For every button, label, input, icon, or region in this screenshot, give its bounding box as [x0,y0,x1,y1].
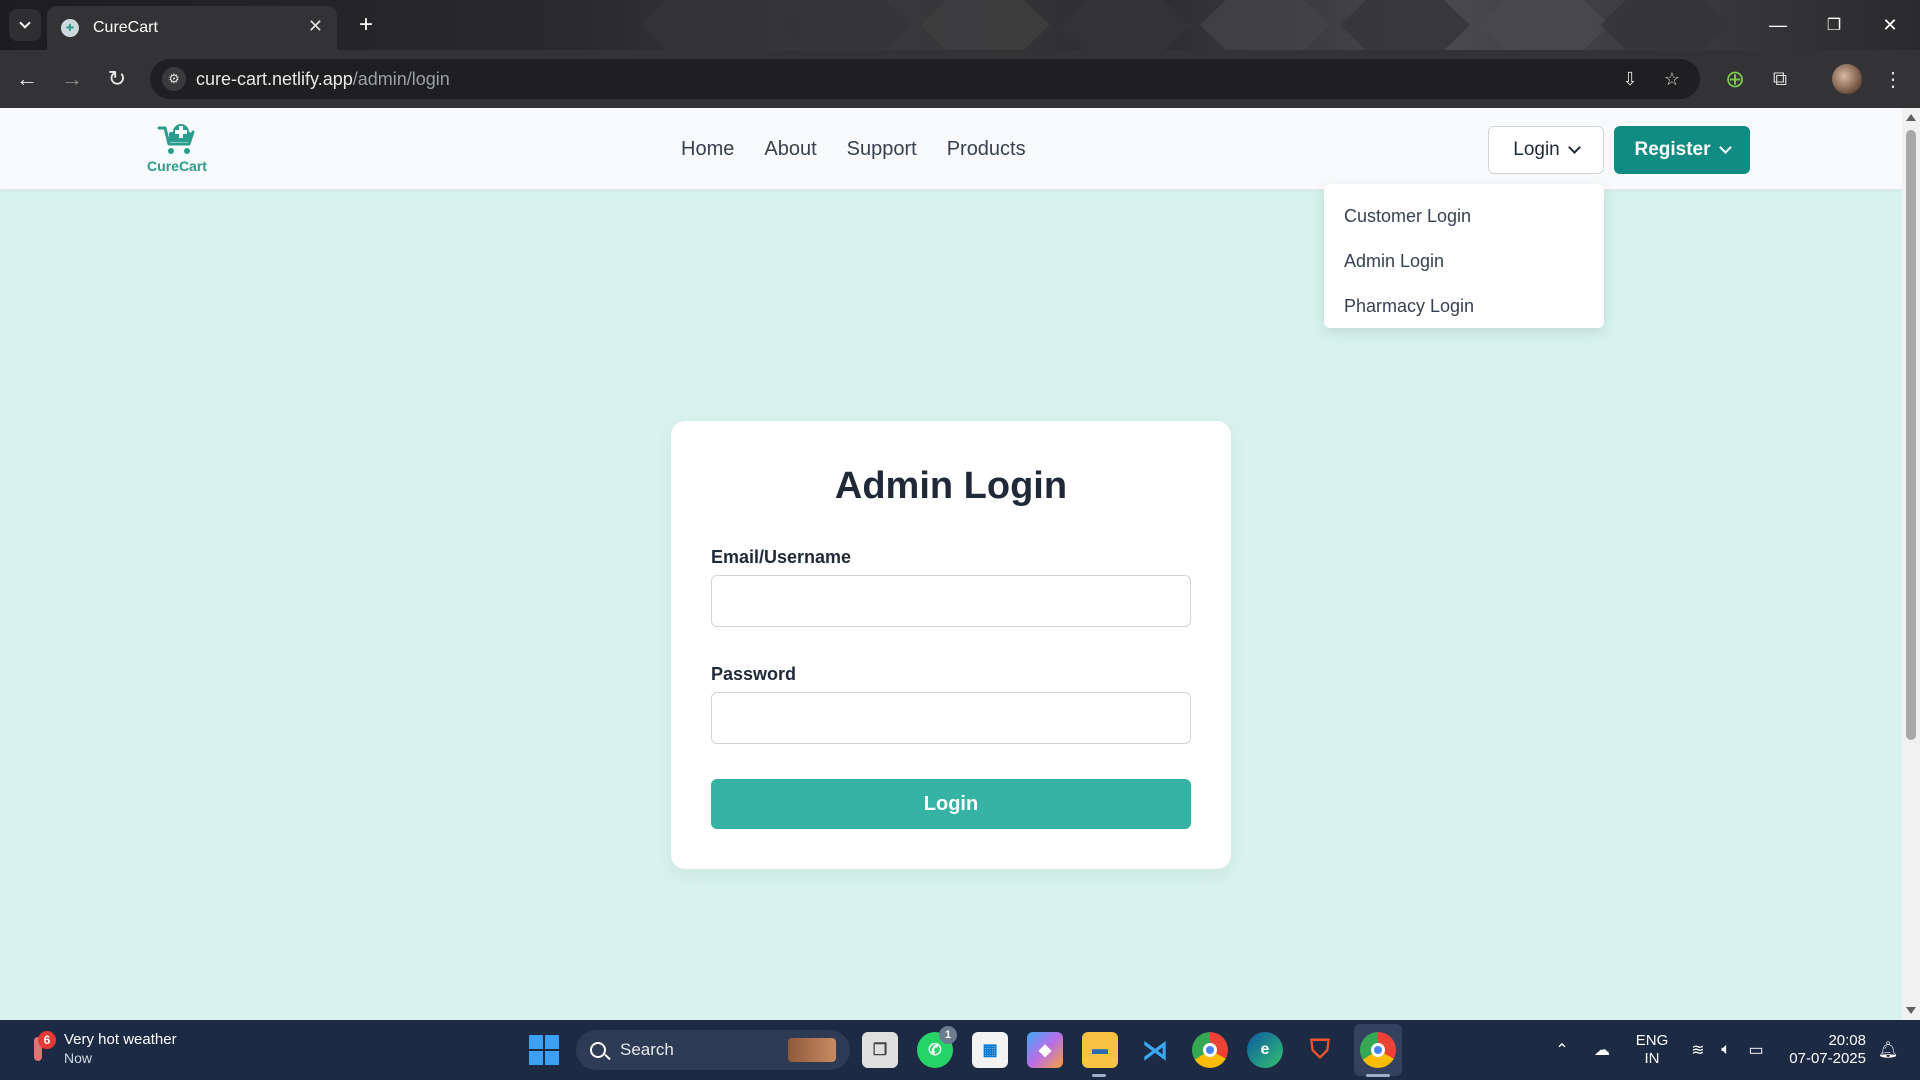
reload-icon[interactable]: ↻ [102,64,132,94]
chevron-down-icon [19,16,31,29]
email-field[interactable] [711,575,1191,627]
close-tab-icon[interactable]: ✕ [308,16,323,37]
install-app-icon[interactable]: ⇩ [1618,67,1642,91]
logo-text: CureCart [147,158,207,174]
taskbar-search-label: Search [620,1040,674,1059]
notification-bell-icon[interactable]: 🔔︎ [1876,1020,1900,1080]
login-dropdown-menu: Customer Login Admin Login Pharmacy Logi… [1324,184,1604,328]
nav-home[interactable]: Home [681,138,734,161]
clock-date: 07-07-2025 [1789,1050,1866,1067]
browser-tab[interactable]: ✚ CureCart ✕ [47,6,337,50]
site-info-icon[interactable]: ⚙ [162,67,186,91]
microsoft-store-icon[interactable]: ▦ [972,1032,1008,1068]
tab-search-button[interactable] [9,9,41,41]
weather-badge: 6 [38,1031,56,1049]
close-window-icon[interactable]: ✕ [1862,0,1918,50]
site-favicon-icon: ✚ [61,19,79,37]
active-indicator [1366,1074,1390,1077]
wallpaper-hex [640,0,770,50]
scrollbar-thumb[interactable] [1906,130,1916,740]
page-title: Admin Login [834,465,1068,507]
nav-support[interactable]: Support [847,138,917,161]
whatsapp-icon[interactable]: ✆ 1 [917,1026,957,1068]
url-text[interactable]: cure-cart.netlify.app/admin/login [196,69,450,90]
wallpaper-hex [920,0,1050,50]
thermometer-icon: 6 [24,1031,56,1067]
login-submit-button[interactable]: Login [711,779,1191,829]
whatsapp-badge: 1 [939,1026,957,1044]
browser-menu-icon[interactable]: ⋮ [1878,64,1908,94]
chrome-icon[interactable] [1192,1032,1228,1068]
wallpaper-hex [780,0,910,50]
search-icon [590,1042,606,1058]
chrome-profile-icon[interactable] [1360,1032,1396,1068]
windows-taskbar: 6 Very hot weather Now Search ❐ ✆ 1 ▦ ◆ ▬… [0,1020,1920,1080]
main-nav: Home About Support Products [681,138,1026,161]
restore-icon[interactable]: ❐ [1806,0,1862,50]
nav-products[interactable]: Products [947,138,1026,161]
login-button-label: Login [1513,139,1560,160]
language-code: ENG [1635,1032,1669,1049]
wallpaper-hex [1060,0,1190,50]
address-bar[interactable]: ⚙ cure-cart.netlify.app/admin/login ⇩ ☆ [150,59,1700,99]
menu-item-admin-login[interactable]: Admin Login [1324,239,1604,284]
password-field[interactable] [711,692,1191,744]
vscode-icon[interactable]: ⋊ [1137,1032,1173,1068]
browser-tab-strip: ✚ CureCart ✕ + — ❐ ✕ [0,0,1920,50]
bookmark-star-icon[interactable]: ☆ [1660,67,1684,91]
email-label: Email/Username [711,547,852,567]
chevron-down-icon [1718,141,1732,154]
extension-plus-icon[interactable]: ⊕ [1720,64,1750,94]
task-view-icon[interactable]: ❐ [862,1032,898,1068]
weather-subtitle: Now [64,1050,93,1066]
region-code: IN [1644,1050,1660,1067]
windows-start-icon[interactable] [529,1035,559,1065]
system-clock[interactable]: 20:08 07-07-2025 [1782,1032,1866,1068]
wallpaper-hex [1340,0,1470,50]
file-explorer-icon[interactable]: ▬ [1082,1032,1118,1068]
tab-title: CureCart [93,19,158,36]
menu-item-customer-login[interactable]: Customer Login [1324,194,1604,239]
volume-icon[interactable]: 🔈︎ [1714,1020,1738,1080]
page-content: CureCart Home About Support Products Log… [0,108,1902,1020]
login-dropdown-button[interactable]: Login [1488,126,1604,174]
nav-about[interactable]: About [764,138,816,161]
cart-plus-icon [157,124,195,154]
clock-time: 20:08 [1828,1032,1866,1049]
curecart-logo[interactable]: CureCart [146,122,208,178]
wallpaper-hex [1200,0,1330,50]
weather-widget[interactable]: 6 Very hot weather Now [24,1030,177,1068]
language-indicator[interactable]: ENG IN [1632,1032,1672,1068]
site-header: CureCart Home About Support Products Log… [0,108,1902,190]
brave-icon[interactable]: ⛉ [1302,1032,1338,1068]
wallpaper-hex [1480,0,1610,50]
chevron-up-icon[interactable]: ⌃ [1552,1020,1572,1080]
edge-icon[interactable]: e [1247,1032,1283,1068]
chevron-down-icon [1567,141,1581,154]
menu-item-pharmacy-login[interactable]: Pharmacy Login [1324,284,1604,329]
password-label: Password [711,664,797,684]
extensions-puzzle-icon[interactable]: ⧉ [1765,64,1795,94]
new-tab-icon[interactable]: + [350,9,382,41]
copilot-icon[interactable]: ◆ [1027,1032,1063,1068]
onedrive-icon[interactable]: ☁ [1590,1020,1614,1080]
search-highlight-icon [788,1038,836,1062]
page-scrollbar[interactable] [1902,108,1920,1020]
wifi-icon[interactable]: ≋ [1686,1020,1710,1080]
minimize-icon[interactable]: — [1750,0,1806,50]
weather-title: Very hot weather [64,1031,177,1048]
register-dropdown-button[interactable]: Register [1614,126,1750,174]
scroll-down-icon[interactable] [1906,1007,1916,1014]
register-button-label: Register [1634,139,1711,160]
running-indicator [1092,1074,1106,1077]
profile-avatar[interactable] [1832,64,1862,94]
login-card: Admin Login Email/Username Password Logi… [671,421,1231,869]
forward-arrow-icon[interactable]: → [57,64,87,94]
battery-icon[interactable]: ▭ [1744,1020,1768,1080]
wallpaper-hex [1600,0,1730,50]
taskbar-search[interactable]: Search [576,1030,850,1070]
scroll-up-icon[interactable] [1906,114,1916,121]
back-arrow-icon[interactable]: ← [12,64,42,94]
